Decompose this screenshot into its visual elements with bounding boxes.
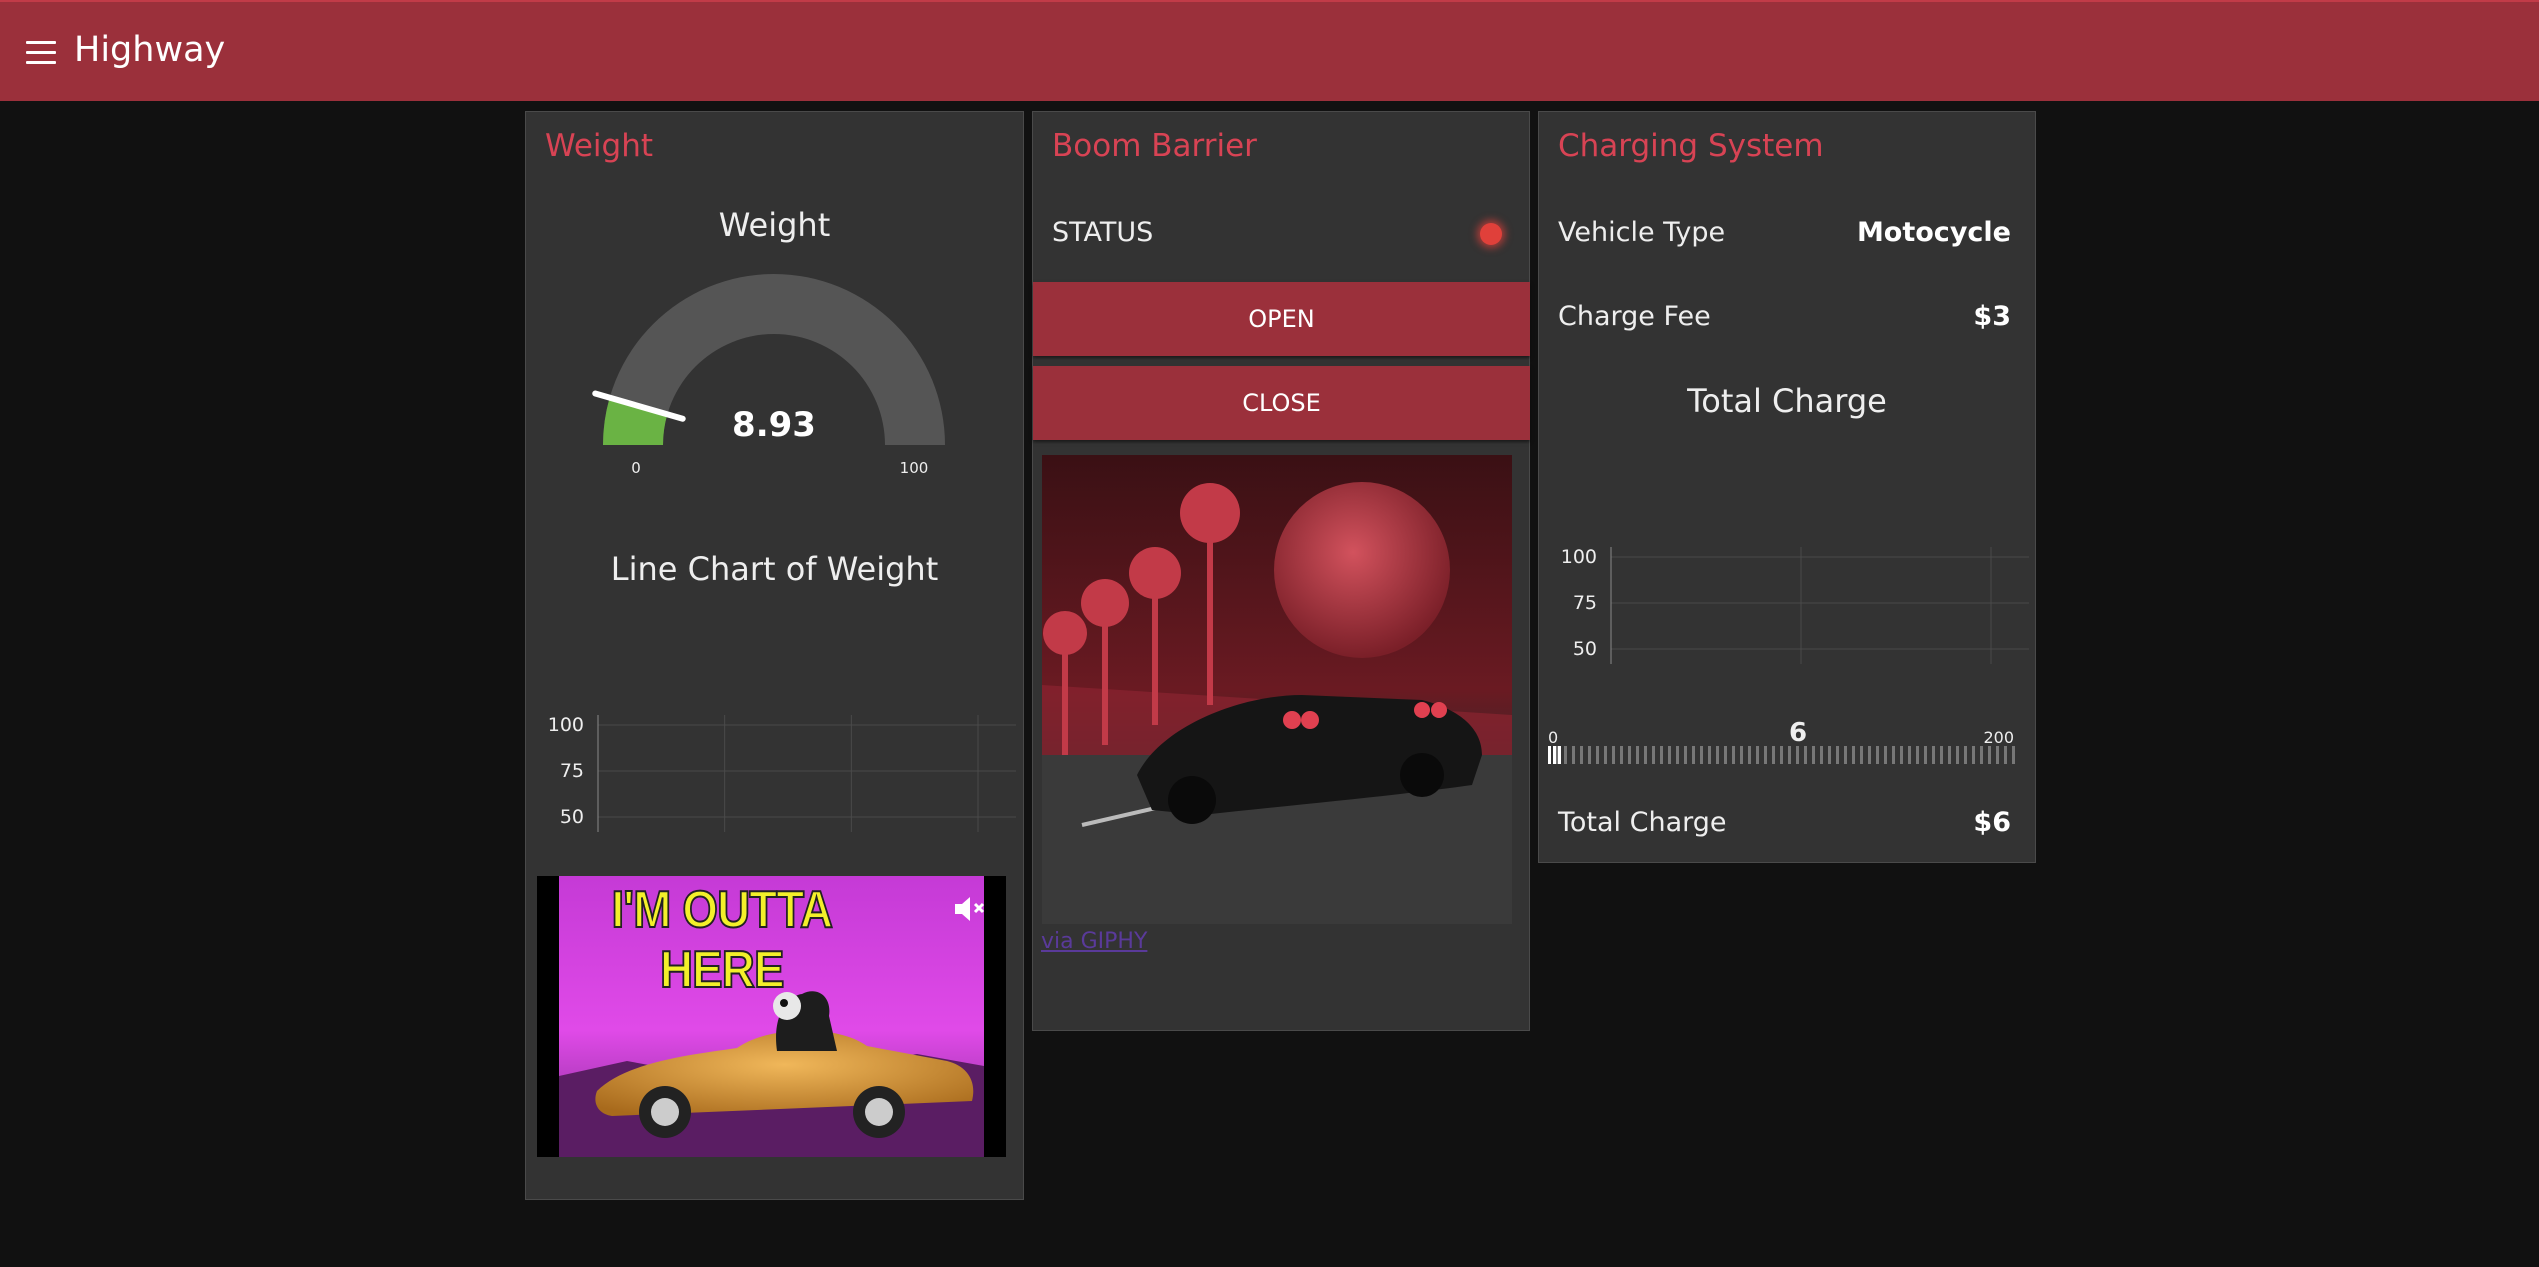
gauge-title: Weight: [718, 206, 831, 244]
boom-barrier-card: Boom Barrier STATUS OPEN CLOSE via GIPHY: [1032, 111, 1530, 1031]
top-bar: Highway: [0, 0, 2539, 101]
total-charge-value: $6: [1973, 807, 2011, 838]
charging-system-card: Charging System Vehicle Type Motocycle C…: [1538, 111, 2036, 863]
weight-gauge: 8.93 0 100: [592, 274, 945, 477]
charge-fee-value: $3: [1973, 301, 2011, 332]
y-tick-label: 75: [1573, 592, 1597, 614]
charge-slider[interactable]: 0 6 200: [1548, 716, 2028, 776]
hamburger-menu-icon[interactable]: [26, 41, 58, 65]
gauge-min-label: 0: [631, 459, 641, 477]
gauge-value: 8.93: [732, 405, 816, 445]
synthwave-car-gif: [1042, 455, 1512, 924]
gif-caption: I'M OUTTA HERE: [611, 880, 834, 1000]
slider-fill: [1548, 746, 1563, 764]
app-title: Highway: [74, 30, 226, 70]
total-charge-line-chart: 025507510015:49:4015:49:4415:49:48: [1561, 546, 2029, 664]
outta-here-gif: I'M OUTTA HERE: [537, 876, 1006, 1157]
gauge-max-label: 100: [900, 459, 929, 477]
total-charge-chart-title: Total Charge: [1687, 382, 1887, 420]
y-tick-label: 100: [548, 714, 584, 736]
status-led: [1480, 223, 1502, 245]
total-charge-label: Total Charge: [1558, 807, 1727, 838]
vehicle-type-value: Motocycle: [1856, 217, 2011, 248]
slider-min-label: 0: [1548, 728, 1559, 747]
weight-chart-title: Line Chart of Weight: [610, 550, 939, 588]
giphy-link[interactable]: via GIPHY: [1041, 929, 1147, 954]
weight-line-chart: 025507510015:47:0015:48:0015:49:0015:50:…: [548, 714, 1016, 832]
mute-icon[interactable]: [952, 894, 986, 924]
slider-value-label: 6: [1788, 718, 1808, 748]
boom-barrier-title: Boom Barrier: [1052, 128, 1257, 164]
slider-track[interactable]: [1548, 746, 2018, 764]
open-button[interactable]: OPEN: [1033, 282, 1530, 356]
weight-card: Weight Weight 8.93 0 100 Line Chart of W…: [525, 111, 1024, 1200]
y-tick-label: 75: [560, 760, 584, 782]
y-tick-label: 50: [1573, 638, 1597, 660]
weight-card-title: Weight: [545, 128, 654, 164]
status-label: STATUS: [1052, 217, 1154, 248]
y-tick-label: 50: [560, 806, 584, 828]
y-tick-label: 100: [1561, 546, 1597, 568]
close-button[interactable]: CLOSE: [1033, 366, 1530, 440]
charge-fee-label: Charge Fee: [1558, 301, 1711, 332]
charging-system-title: Charging System: [1558, 128, 1824, 164]
slider-max-label: 200: [1983, 728, 2014, 747]
vehicle-type-label: Vehicle Type: [1558, 217, 1726, 248]
